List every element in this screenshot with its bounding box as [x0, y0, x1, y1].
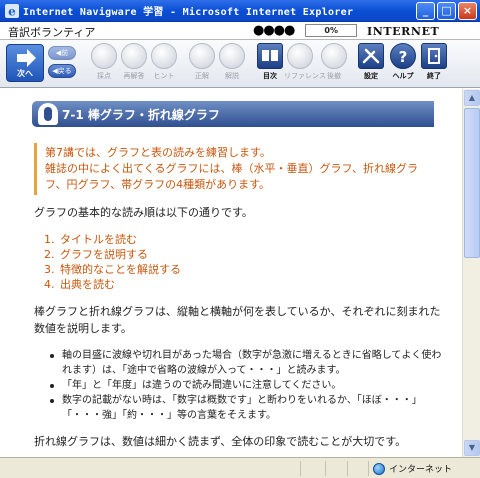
undo-icon [321, 43, 347, 69]
scroll-down-button[interactable]: ▼ [464, 440, 480, 456]
scroll-thumb[interactable] [464, 108, 480, 258]
reanswer-button[interactable]: 再解答 [118, 43, 150, 85]
scroll-up-button[interactable]: ▲ [464, 90, 480, 106]
grade-button[interactable]: 採点 [88, 43, 120, 85]
undo-label: 後撤 [327, 72, 341, 80]
reference-button[interactable]: リファレンス [284, 43, 326, 85]
back-button[interactable]: ◀戻る [48, 64, 76, 78]
reanswer-icon [121, 43, 147, 69]
zone-label: インターネット [389, 465, 453, 475]
reference-icon [287, 43, 313, 69]
navigation-toolbar: 次へ ◀前 ◀戻る 採点 再解答 ヒント 正解 解説 目次 リファレンス 後撤 [0, 40, 480, 88]
grade-icon [91, 43, 117, 69]
undo-button[interactable]: 後撤 [318, 43, 350, 85]
progress-percent: 0% [324, 26, 338, 35]
list-item: 2. グラフを説明する [44, 248, 148, 261]
intro-line-1: 第7講では、グラフと表の読みを練習します。 [45, 146, 271, 159]
app-header: 音訳ボランティア ●●●● 0% INTERNET NAVIGWARE [0, 22, 480, 51]
prev-button[interactable]: ◀前 [48, 46, 76, 60]
notes-list: 軸の目盛に波線や切れ目があった場合（数字が急激に増えるときに省略してよく使われま… [50, 348, 445, 423]
minimize-button[interactable]: _ [416, 2, 435, 20]
list-item: 4. 出典を読む [44, 278, 115, 291]
reference-label: リファレンス [284, 72, 326, 80]
exit-button[interactable]: 終了 [418, 43, 450, 85]
close-button[interactable]: × [458, 2, 477, 20]
heading-marker-icon [38, 103, 58, 125]
grade-label: 採点 [97, 72, 111, 80]
correct-answer-icon [189, 43, 215, 69]
exit-door-icon [421, 43, 447, 69]
globe-icon [373, 462, 385, 475]
list-item: 軸の目盛に波線や切れ目があった場合（数字が急激に増えるときに省略してよく使われま… [50, 348, 445, 378]
lesson-intro: 第7講では、グラフと表の読みを練習します。 雑誌の中によく出てくるグラフには、棒… [34, 143, 434, 195]
svg-text:e: e [8, 5, 16, 19]
closing-text: 折れ線グラフは、数値は細かく読まず、全体の印象で読むことが大切です。 [34, 435, 407, 448]
question-icon: ? [390, 43, 416, 69]
correct-answer-label: 正解 [195, 72, 209, 80]
list-item: 数字の記載がない時は、「数字は概数です」と断わりをいれるか、「ほぼ・・・」「・・… [50, 393, 445, 423]
correct-answer-button[interactable]: 正解 [186, 43, 218, 85]
help-label: ヘルプ [392, 72, 414, 80]
next-button[interactable]: 次へ [6, 44, 44, 82]
lesson-heading: 7-1 棒グラフ・折れ線グラフ [62, 108, 220, 122]
axis-explanation: 棒グラフと折れ線グラフは、縦軸と横軸が何を表しているか、それぞれに刻まれた数値を… [34, 305, 441, 335]
security-zone: インターネット [373, 462, 452, 475]
vertical-scrollbar[interactable]: ▲ ▼ [462, 89, 480, 457]
status-bar: インターネット [0, 457, 480, 478]
lesson-heading-band: 7-1 棒グラフ・折れ線グラフ [32, 101, 434, 127]
next-button-label: 次へ [17, 69, 33, 78]
exit-label: 終了 [427, 72, 441, 80]
list-item: 1. タイトルを読む [44, 233, 137, 246]
reanswer-label: 再解答 [123, 72, 145, 80]
explanation-button[interactable]: 解説 [216, 43, 248, 85]
list-item: 3. 特徴的なことを解説する [44, 263, 181, 276]
help-button[interactable]: ? ヘルプ [387, 43, 419, 85]
book-icon [257, 43, 283, 69]
settings-label: 設定 [364, 72, 378, 80]
right-arrow-icon [17, 49, 36, 67]
list-item: 「年」と「年度」は違うので読み間違いに注意してください。 [50, 378, 445, 393]
explanation-label: 解説 [225, 72, 239, 80]
contents-label: 目次 [263, 72, 277, 80]
explanation-icon [219, 43, 245, 69]
contents-button[interactable]: 目次 [254, 43, 286, 85]
lesson-content: 7-1 棒グラフ・折れ線グラフ 第7講では、グラフと表の読みを練習します。 雑誌… [0, 89, 462, 457]
hint-button[interactable]: ヒント [148, 43, 180, 85]
basic-order-text: グラフの基本的な読み順は以下の通りです。 [34, 206, 253, 219]
settings-button[interactable]: 設定 [355, 43, 387, 85]
internet-explorer-icon: e [5, 4, 19, 19]
window-title: Internet Navigware 学習 - Microsoft Intern… [23, 7, 354, 18]
reading-steps-list: 1. タイトルを読む 2. グラフを説明する 3. 特徴的なことを解説する 4. 出典を… [44, 232, 181, 292]
intro-line-2: 雑誌の中によく出てくるグラフには、棒（水平・垂直）グラフ、折れ線グラフ、円グラフ… [45, 162, 419, 191]
course-title: 音訳ボランティア [8, 26, 96, 39]
maximize-button[interactable]: □ [437, 2, 456, 20]
tools-icon [358, 43, 384, 69]
lightbulb-icon [151, 43, 177, 69]
progress-bar: 0% [305, 24, 357, 37]
window-title-bar[interactable]: e Internet Navigware 学習 - Microsoft Inte… [0, 0, 480, 22]
svg-text:?: ? [399, 48, 408, 64]
hint-label: ヒント [153, 72, 175, 80]
progress-dots: ●●●● [253, 23, 295, 38]
